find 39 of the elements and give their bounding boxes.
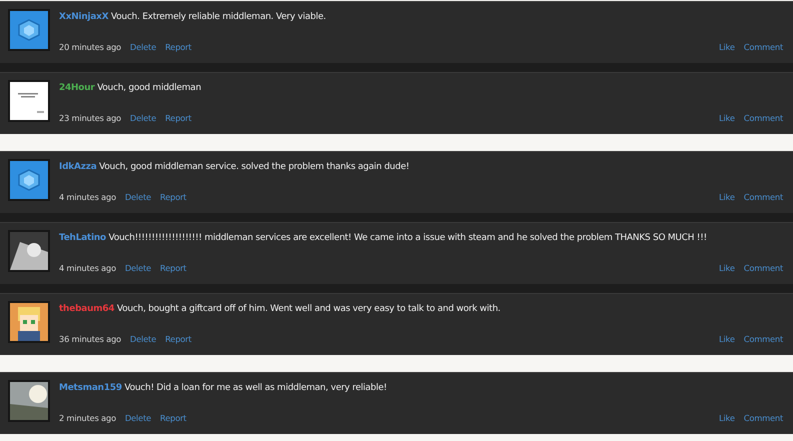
document-thumbnail <box>18 93 44 113</box>
action-link[interactable]: Report <box>165 113 192 123</box>
comment-text: IdkAzza Vouch, good middleman service. solved the problem thanks again dude! <box>59 162 410 172</box>
action-link[interactable]: Report <box>165 42 192 52</box>
cube-icon <box>16 17 42 43</box>
action-link[interactable]: Delete <box>130 334 156 344</box>
action-link[interactable]: Comment <box>744 413 783 423</box>
timestamp: 36 minutes ago <box>59 334 122 344</box>
action-link[interactable]: Delete <box>124 413 152 423</box>
action-link[interactable]: Delete <box>124 263 152 273</box>
action-link[interactable]: Report <box>160 413 186 423</box>
action-link[interactable]: Like <box>719 263 735 273</box>
action-link[interactable]: Comment <box>744 334 783 344</box>
comment-text: TehLatino Vouch!!!!!!!!!!!!!!!!!!!! middleman services are excellent! We came into a issue with steam and he solved the problem THANKS SO MUCH !!! <box>59 233 708 243</box>
comment-text: XxNinjaxX Vouch. Extremely reliable middleman. Very viable. <box>59 12 327 22</box>
timestamp: 2 minutes ago <box>59 413 116 423</box>
action-link[interactable]: Report <box>160 192 186 202</box>
cube-icon <box>16 167 42 193</box>
comment-text: Metsman159 Vouch! Did a loan for me as well as middleman, very reliable! <box>59 383 388 393</box>
timestamp: 4 minutes ago <box>59 263 116 273</box>
action-link[interactable]: Comment <box>744 113 783 123</box>
action-link[interactable]: Like <box>719 113 735 123</box>
timestamp: 23 minutes ago <box>59 113 122 123</box>
action-link[interactable]: Report <box>165 334 192 344</box>
action-link[interactable]: Comment <box>744 42 783 52</box>
action-link[interactable]: Delete <box>124 192 152 202</box>
comment-text: 24Hour Vouch, good middleman <box>59 83 202 93</box>
action-link[interactable]: Report <box>160 263 186 273</box>
action-link[interactable]: Delete <box>130 113 156 123</box>
action-link[interactable]: Like <box>719 192 735 202</box>
action-link[interactable]: Delete <box>130 42 156 52</box>
action-link[interactable]: Like <box>719 334 735 344</box>
action-link[interactable]: Comment <box>744 263 783 273</box>
comment-text: thebaum64 Vouch, bought a giftcard off of him. Went well and was very easy to talk to and work with. <box>59 304 502 314</box>
action-link[interactable]: Comment <box>744 192 783 202</box>
action-link[interactable]: Like <box>719 42 735 52</box>
timestamp: 20 minutes ago <box>59 42 122 52</box>
timestamp: 4 minutes ago <box>59 192 116 202</box>
action-link[interactable]: Like <box>719 413 735 423</box>
